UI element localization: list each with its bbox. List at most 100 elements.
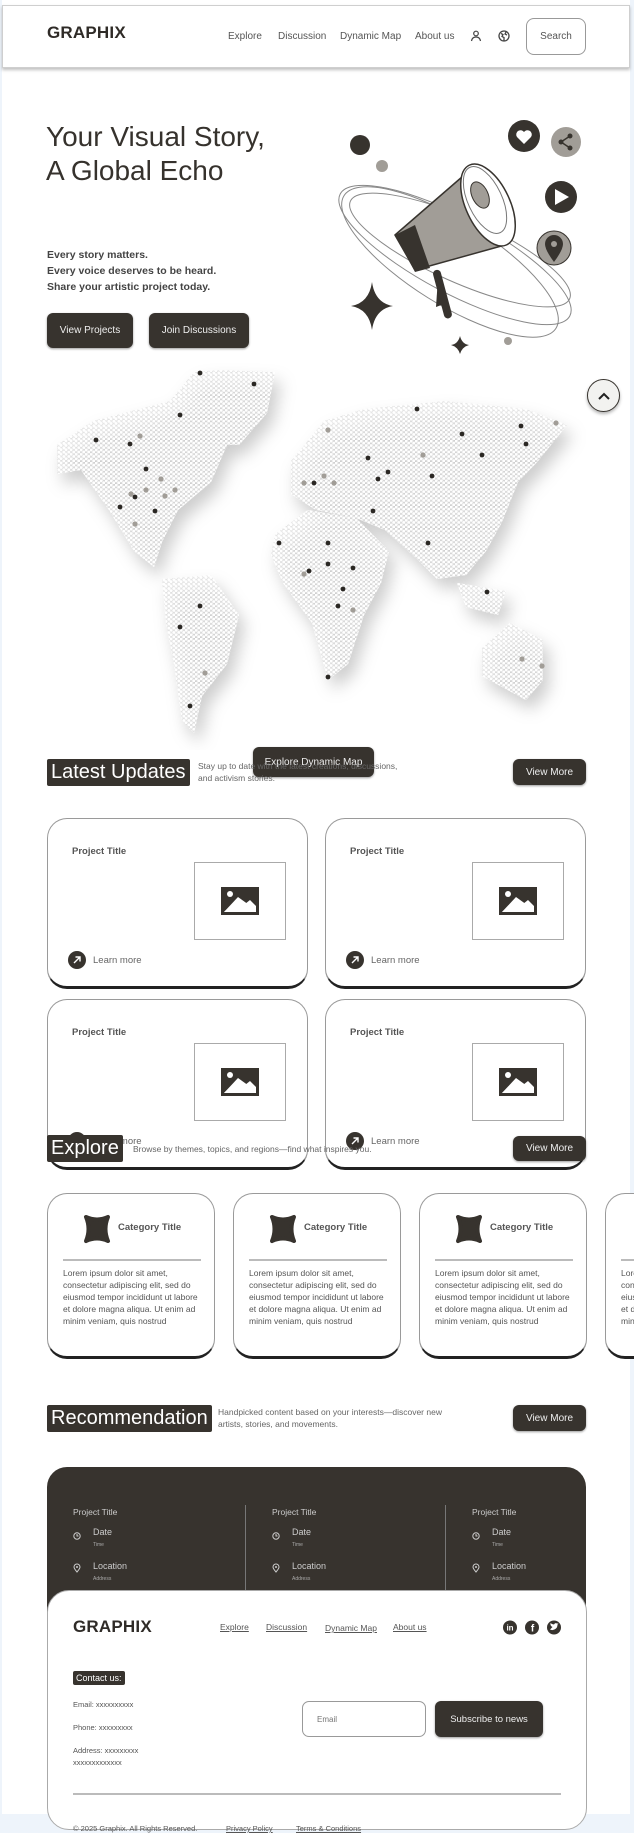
latest-view-more-button[interactable]: View More bbox=[513, 759, 586, 785]
contact-phone: Phone: xxxxxxxxx bbox=[73, 1723, 133, 1732]
map-marker[interactable] bbox=[158, 476, 164, 482]
terms-link[interactable]: Terms & Conditions bbox=[296, 1824, 361, 1833]
map-marker[interactable] bbox=[177, 624, 183, 630]
map-marker[interactable] bbox=[301, 480, 307, 486]
map-marker[interactable] bbox=[385, 469, 391, 475]
arrow-up-right-icon[interactable] bbox=[346, 951, 364, 969]
location-pin-icon bbox=[536, 230, 572, 266]
nav-discussion[interactable]: Discussion bbox=[278, 31, 326, 42]
map-marker[interactable] bbox=[202, 670, 208, 676]
category-card[interactable]: Category Title Lorem ipsum dolor sit ame… bbox=[419, 1193, 587, 1359]
map-marker[interactable] bbox=[518, 423, 524, 429]
recommendation-heading: Recommendation bbox=[47, 1405, 212, 1432]
continent-southeast-asia bbox=[457, 583, 506, 615]
map-marker[interactable] bbox=[152, 508, 158, 514]
map-marker[interactable] bbox=[117, 504, 123, 510]
map-marker[interactable] bbox=[143, 487, 149, 493]
map-marker[interactable] bbox=[350, 565, 356, 571]
map-marker[interactable] bbox=[350, 607, 356, 613]
map-marker[interactable] bbox=[375, 476, 381, 482]
map-marker[interactable] bbox=[420, 452, 426, 458]
desc-line: Handpicked content based on your interes… bbox=[218, 1407, 442, 1417]
scroll-to-top-button[interactable] bbox=[587, 379, 620, 412]
map-marker[interactable] bbox=[553, 420, 559, 426]
map-marker[interactable] bbox=[132, 521, 138, 527]
map-marker[interactable] bbox=[484, 589, 490, 595]
footer-link-about-us[interactable]: About us bbox=[393, 1622, 427, 1632]
map-marker[interactable] bbox=[128, 491, 134, 497]
map-marker[interactable] bbox=[335, 603, 341, 609]
project-card[interactable]: Project Title Learn more bbox=[325, 818, 586, 989]
learn-more-link[interactable]: Learn more bbox=[371, 1136, 420, 1147]
map-marker[interactable] bbox=[414, 406, 420, 412]
join-discussions-button[interactable]: Join Discussions bbox=[149, 313, 249, 348]
desc-line: and activism stories. bbox=[198, 773, 275, 783]
map-marker[interactable] bbox=[331, 480, 337, 486]
map-marker[interactable] bbox=[370, 508, 376, 514]
map-marker[interactable] bbox=[425, 540, 431, 546]
category-card[interactable]: Category Title Lorem ipsum dolor sit ame… bbox=[233, 1193, 401, 1359]
map-marker[interactable] bbox=[177, 412, 183, 418]
map-marker[interactable] bbox=[276, 540, 282, 546]
map-marker[interactable] bbox=[143, 466, 149, 472]
search-button[interactable]: Search bbox=[526, 18, 586, 55]
map-marker[interactable] bbox=[365, 455, 371, 461]
nav-explore[interactable]: Explore bbox=[228, 31, 262, 42]
map-marker[interactable] bbox=[132, 494, 138, 500]
footer-divider bbox=[73, 1793, 561, 1795]
location-pin-icon bbox=[472, 1560, 480, 1578]
arrow-up-right-icon[interactable] bbox=[68, 951, 86, 969]
newsletter-email-input[interactable] bbox=[302, 1701, 426, 1737]
map-marker[interactable] bbox=[162, 493, 168, 499]
map-marker[interactable] bbox=[325, 674, 331, 680]
world-map[interactable] bbox=[0, 350, 634, 750]
category-card[interactable]: Category Title Lorem ipsum dolor sit ame… bbox=[47, 1193, 215, 1359]
map-marker[interactable] bbox=[519, 656, 525, 662]
map-marker[interactable] bbox=[340, 586, 346, 592]
recommendation-view-more-button[interactable]: View More bbox=[513, 1405, 586, 1431]
map-marker[interactable] bbox=[197, 603, 203, 609]
learn-more-link[interactable]: Learn more bbox=[371, 955, 420, 966]
map-marker[interactable] bbox=[321, 473, 327, 479]
svg-text:in: in bbox=[506, 1624, 513, 1633]
category-card[interactable]: Lorem ipsum dolor sit amet, consectetur … bbox=[605, 1193, 634, 1359]
footer-link-dynamic-map[interactable]: Dynamic Map bbox=[325, 1623, 377, 1633]
map-marker[interactable] bbox=[459, 431, 465, 437]
rec-project-title: Project Title bbox=[272, 1507, 317, 1517]
map-marker[interactable] bbox=[479, 452, 485, 458]
map-marker[interactable] bbox=[523, 441, 529, 447]
view-projects-button[interactable]: View Projects bbox=[47, 313, 133, 348]
location-pin-icon bbox=[73, 1560, 81, 1578]
globe-icon[interactable] bbox=[498, 30, 510, 42]
footer-link-explore[interactable]: Explore bbox=[220, 1622, 249, 1632]
map-marker[interactable] bbox=[325, 427, 331, 433]
map-marker[interactable] bbox=[127, 441, 133, 447]
chevron-up-icon bbox=[597, 392, 610, 400]
map-marker[interactable] bbox=[172, 487, 178, 493]
explore-view-more-button[interactable]: View More bbox=[513, 1136, 586, 1161]
map-marker[interactable] bbox=[251, 381, 257, 387]
map-marker[interactable] bbox=[325, 540, 331, 546]
address-line: Address: xxxxxxxxx bbox=[73, 1746, 139, 1755]
map-marker[interactable] bbox=[137, 433, 143, 439]
map-marker[interactable] bbox=[197, 370, 203, 376]
map-marker[interactable] bbox=[187, 703, 193, 709]
nav-dynamic-map[interactable]: Dynamic Map bbox=[340, 31, 401, 42]
nav-about-us[interactable]: About us bbox=[415, 31, 454, 42]
map-marker[interactable] bbox=[429, 473, 435, 479]
logo[interactable]: GRAPHIX bbox=[47, 23, 126, 43]
map-marker[interactable] bbox=[93, 437, 99, 443]
user-icon[interactable] bbox=[470, 30, 482, 42]
map-marker[interactable] bbox=[306, 568, 312, 574]
privacy-policy-link[interactable]: Privacy Policy bbox=[226, 1824, 273, 1833]
learn-more-link[interactable]: Learn more bbox=[93, 955, 142, 966]
map-marker[interactable] bbox=[301, 571, 307, 577]
category-icon bbox=[270, 1215, 296, 1243]
footer-logo[interactable]: GRAPHIX bbox=[73, 1617, 152, 1637]
map-marker[interactable] bbox=[325, 561, 331, 567]
project-card[interactable]: Project Title Learn more bbox=[47, 818, 308, 989]
map-marker[interactable] bbox=[539, 663, 545, 669]
map-marker[interactable] bbox=[311, 480, 317, 486]
footer-link-discussion[interactable]: Discussion bbox=[266, 1622, 307, 1632]
subscribe-button[interactable]: Subscribe to news bbox=[435, 1701, 543, 1737]
